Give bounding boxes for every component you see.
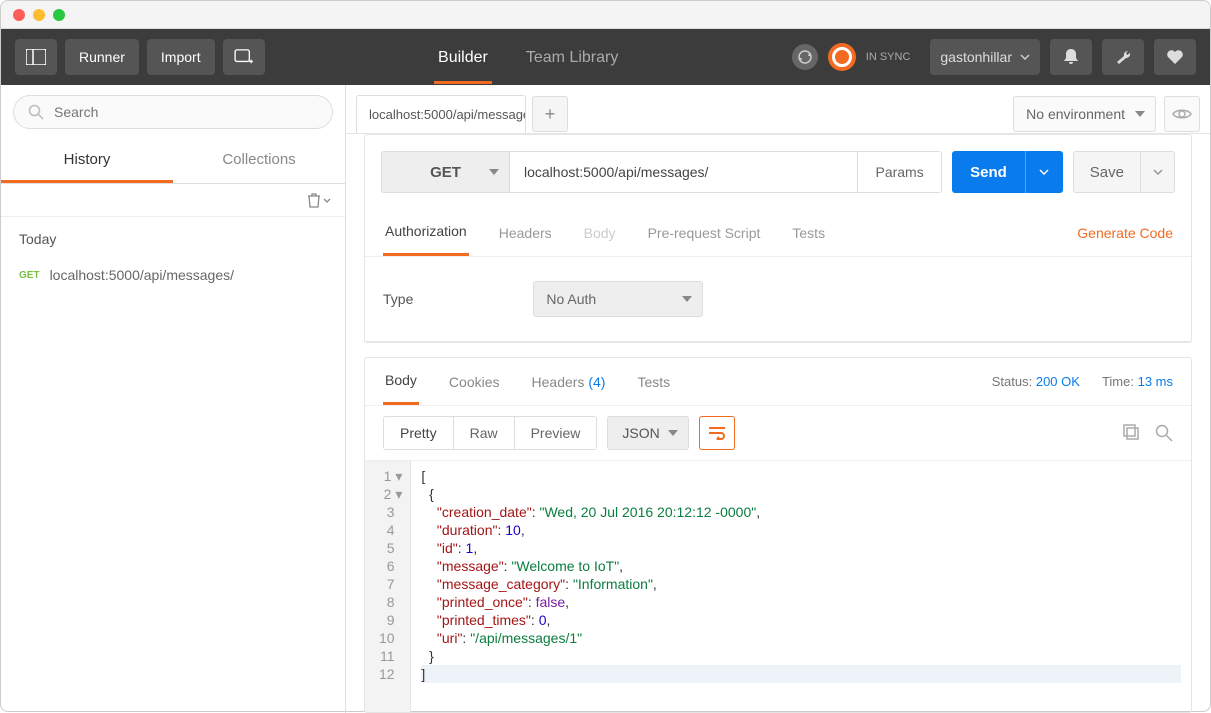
format-preview-button[interactable]: Preview — [515, 417, 597, 449]
history-item-url: localhost:5000/api/messages/ — [50, 267, 234, 283]
history-item[interactable]: GET localhost:5000/api/messages/ — [1, 257, 345, 293]
sync-status-icon[interactable] — [792, 44, 818, 70]
eye-icon — [1172, 107, 1192, 121]
sync-logo-icon — [828, 43, 856, 71]
window-titlebar — [1, 1, 1210, 29]
new-window-button[interactable] — [223, 39, 265, 75]
http-method-label: GET — [430, 164, 461, 181]
response-tab-cookies[interactable]: Cookies — [447, 360, 502, 404]
search-icon — [1155, 424, 1173, 442]
auth-type-label: Type — [383, 291, 413, 307]
params-button[interactable]: Params — [858, 151, 942, 193]
environment-preview-button[interactable] — [1164, 96, 1200, 132]
copy-response-button[interactable] — [1123, 424, 1141, 442]
response-language-select[interactable]: JSON — [607, 416, 688, 450]
minimize-window-button[interactable] — [33, 9, 45, 21]
tab-body[interactable]: Body — [582, 211, 618, 255]
sync-arrows-icon — [797, 49, 813, 65]
response-tab-headers[interactable]: Headers (4) — [530, 360, 608, 404]
history-section-title: Today — [1, 217, 345, 257]
format-pretty-button[interactable]: Pretty — [384, 417, 454, 449]
history-item-method: GET — [19, 270, 40, 281]
toggle-sidebar-button[interactable] — [15, 39, 57, 75]
response-tab-body[interactable]: Body — [383, 358, 419, 405]
response-status: Status: 200 OK — [992, 374, 1080, 389]
tab-tests[interactable]: Tests — [790, 211, 827, 255]
chevron-down-icon — [1153, 169, 1163, 175]
close-window-button[interactable] — [13, 9, 25, 21]
tab-team-library[interactable]: Team Library — [522, 31, 622, 84]
search-response-button[interactable] — [1155, 424, 1173, 442]
tab-headers[interactable]: Headers — [497, 211, 554, 255]
notifications-button[interactable] — [1050, 39, 1092, 75]
response-tab-tests[interactable]: Tests — [635, 360, 672, 404]
line-wrap-icon — [708, 426, 726, 440]
sidebar: History Collections Today GET localhost:… — [1, 85, 346, 713]
sidebar-tab-history[interactable]: History — [1, 139, 173, 183]
heart-icon — [1166, 49, 1184, 65]
new-window-icon — [234, 49, 254, 65]
sidebar-tab-collections[interactable]: Collections — [173, 139, 345, 183]
tab-authorization[interactable]: Authorization — [383, 209, 469, 256]
search-icon — [28, 104, 44, 120]
history-trash-button[interactable] — [307, 192, 331, 208]
add-request-tab-button[interactable]: + — [532, 96, 568, 132]
response-time: Time: 13 ms — [1102, 374, 1173, 389]
copy-icon — [1123, 424, 1141, 442]
username-label: gastonhillar — [940, 49, 1012, 65]
top-toolbar: Runner Import Builder Team Library IN SY… — [1, 29, 1210, 85]
search-box[interactable] — [13, 95, 333, 129]
chevron-down-icon — [1039, 169, 1049, 175]
chevron-down-icon — [323, 198, 331, 203]
send-button[interactable]: Send — [952, 151, 1063, 193]
save-button-label: Save — [1074, 164, 1140, 181]
send-button-label: Send — [952, 164, 1025, 181]
heart-button[interactable] — [1154, 39, 1196, 75]
environment-select[interactable]: No environment — [1013, 96, 1156, 132]
tab-builder[interactable]: Builder — [434, 31, 492, 84]
send-button-dropdown[interactable] — [1025, 151, 1063, 193]
main-panel: localhost:5000/api/messages/ + No enviro… — [346, 85, 1210, 713]
save-button[interactable]: Save — [1073, 151, 1175, 193]
runner-button[interactable]: Runner — [65, 39, 139, 75]
format-raw-button[interactable]: Raw — [454, 417, 515, 449]
chevron-down-icon — [1020, 54, 1030, 60]
save-button-dropdown[interactable] — [1140, 152, 1174, 192]
user-menu-button[interactable]: gastonhillar — [930, 39, 1040, 75]
line-wrap-button[interactable] — [699, 416, 735, 450]
auth-type-select[interactable]: No Auth — [533, 281, 703, 317]
request-tab[interactable]: localhost:5000/api/messages/ — [356, 95, 526, 133]
settings-button[interactable] — [1102, 39, 1144, 75]
generate-code-link[interactable]: Generate Code — [1077, 225, 1173, 241]
sync-label: IN SYNC — [866, 51, 911, 63]
bell-icon — [1063, 48, 1079, 66]
http-method-select[interactable]: GET — [381, 151, 509, 193]
tab-prerequest[interactable]: Pre-request Script — [646, 211, 763, 255]
sidebar-icon — [26, 49, 46, 65]
import-button[interactable]: Import — [147, 39, 215, 75]
maximize-window-button[interactable] — [53, 9, 65, 21]
request-url-input[interactable] — [509, 151, 858, 193]
response-body-viewer[interactable]: 1 ▾2 ▾3 4 5 6 7 8 9 10 11 12 [ { "creati… — [365, 461, 1191, 712]
search-input[interactable] — [54, 104, 318, 120]
wrench-icon — [1114, 49, 1132, 65]
trash-icon — [307, 192, 321, 208]
